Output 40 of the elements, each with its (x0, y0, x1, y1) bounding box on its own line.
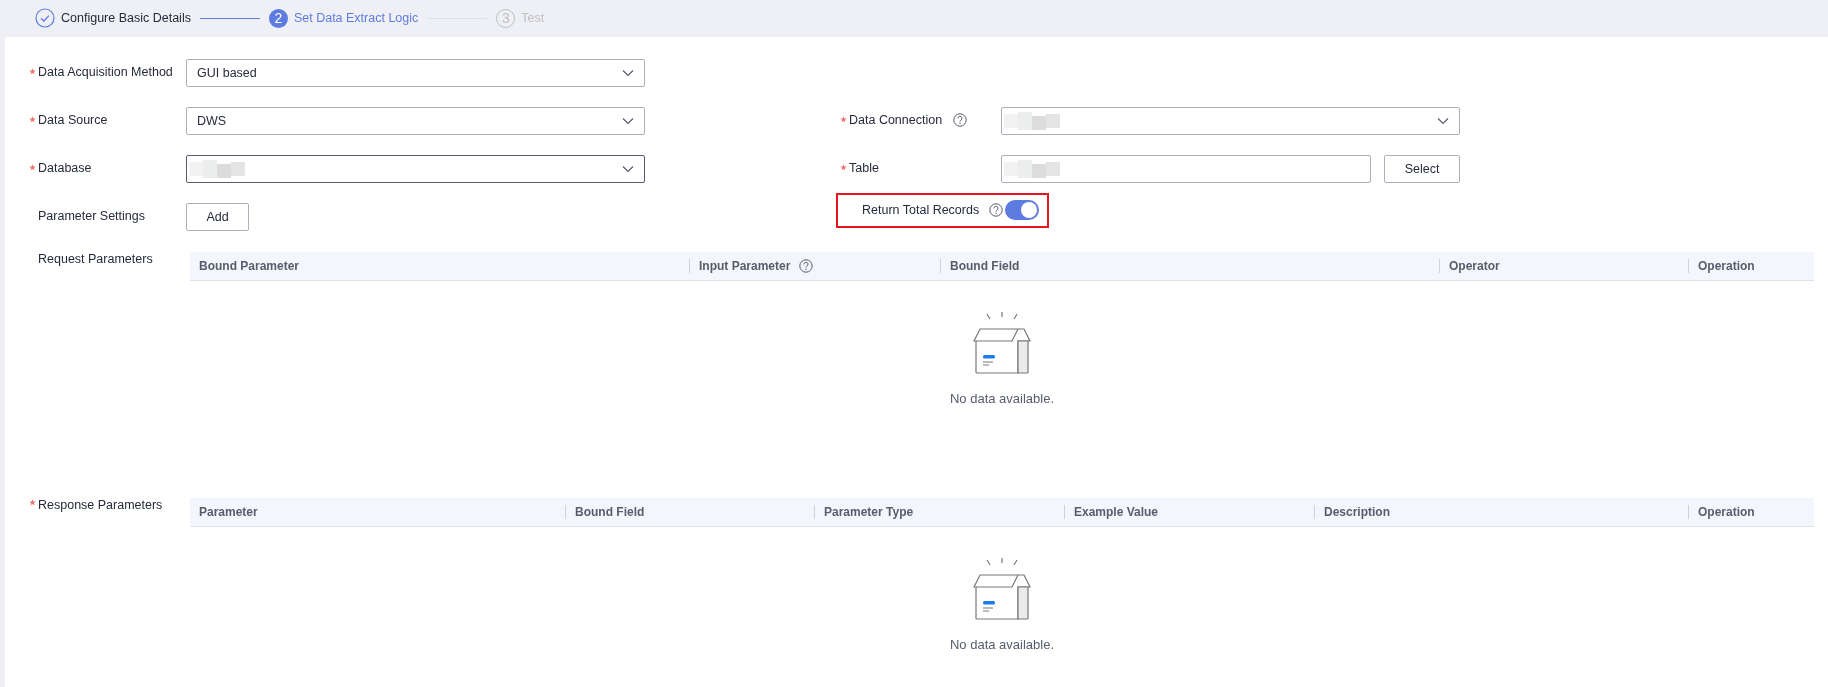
column-header: Example Value (1074, 505, 1159, 519)
column-header: Operation (1698, 505, 1755, 519)
empty-message: No data available. (949, 391, 1055, 406)
field-label: Database (38, 161, 92, 175)
step[interactable]: 2 Set Data Extract Logic (268, 8, 419, 28)
step[interactable]: Configure Basic Details (35, 8, 191, 28)
column-header: Input Parameter (699, 259, 791, 273)
column-header: Parameter (199, 505, 258, 519)
select-field[interactable] (1001, 107, 1460, 135)
empty-message: No data available. (949, 637, 1055, 652)
select-field[interactable] (186, 155, 645, 183)
column-header: Bound Field (575, 505, 645, 519)
input-field[interactable] (1001, 155, 1371, 183)
field-label: Parameter Settings (38, 209, 145, 223)
chevron-down-icon (1437, 117, 1449, 125)
help-icon[interactable] (799, 259, 814, 273)
help-icon[interactable] (953, 113, 968, 127)
field-label: Data Acquisition Method (38, 65, 173, 79)
select-button[interactable]: Select (1384, 155, 1460, 183)
section-label: Response Parameters (38, 498, 163, 512)
select-field[interactable]: DWS (186, 107, 645, 135)
section-label: Request Parameters (38, 252, 153, 266)
column-header: Parameter Type (824, 505, 914, 519)
field-label: Data Connection (849, 113, 943, 127)
add-button[interactable]: Add (186, 203, 249, 231)
column-header: Operation (1698, 259, 1755, 273)
field-label: Return Total Records (862, 203, 980, 217)
column-header: Bound Field (950, 259, 1020, 273)
select-field[interactable]: GUI based (186, 59, 645, 87)
toggle-switch[interactable] (1005, 200, 1040, 220)
column-header: Bound Parameter (199, 259, 300, 273)
column-header: Description (1324, 505, 1390, 519)
chevron-down-icon (622, 69, 634, 77)
chevron-down-icon (622, 117, 634, 125)
column-header: Operator (1449, 259, 1500, 273)
check-icon (35, 8, 55, 28)
chevron-down-icon (622, 165, 634, 173)
field-label: Table (849, 161, 879, 175)
field-label: Data Source (38, 113, 108, 127)
help-icon[interactable] (989, 203, 1004, 217)
